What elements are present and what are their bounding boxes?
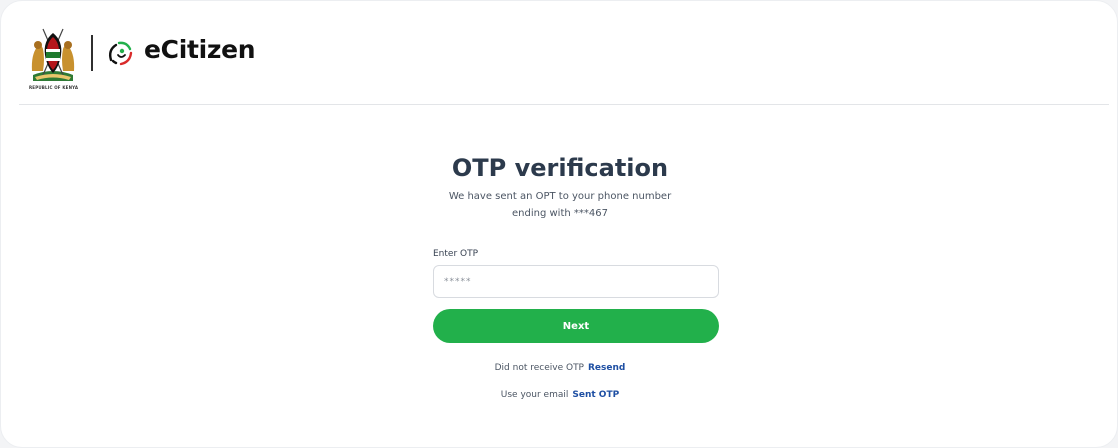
- otp-input[interactable]: [433, 265, 719, 298]
- ecitizen-logo-icon: [108, 41, 133, 66]
- resend-row: Did not receive OTP Resend: [360, 363, 760, 373]
- send-email-otp-link[interactable]: Sent OTP: [572, 390, 619, 400]
- otp-subtitle: We have sent an OPT to your phone number…: [410, 188, 710, 222]
- subtitle-line-2: ending with ***467: [512, 208, 608, 219]
- coat-caption: REPUBLIC OF KENYA: [29, 85, 79, 90]
- page-title: OTP verification: [451, 154, 669, 182]
- kenya-coat-of-arms-icon: [31, 28, 75, 81]
- header-divider: [19, 104, 1109, 105]
- site-header: REPUBLIC OF KENYA eCitizen: [1, 1, 1117, 105]
- subtitle-line-1: We have sent an OPT to your phone number: [448, 191, 672, 202]
- next-button[interactable]: Next: [433, 309, 719, 343]
- page: REPUBLIC OF KENYA eCitizen OTP verificat…: [0, 0, 1118, 448]
- resend-link[interactable]: Resend: [588, 363, 625, 373]
- email-otp-row: Use your email Sent OTP: [360, 390, 760, 400]
- resend-prompt: Did not receive OTP: [494, 363, 584, 373]
- email-prompt: Use your email: [500, 390, 569, 400]
- logo-separator: [91, 35, 93, 71]
- brand-name[interactable]: eCitizen: [144, 35, 256, 64]
- otp-label: Enter OTP: [433, 249, 479, 259]
